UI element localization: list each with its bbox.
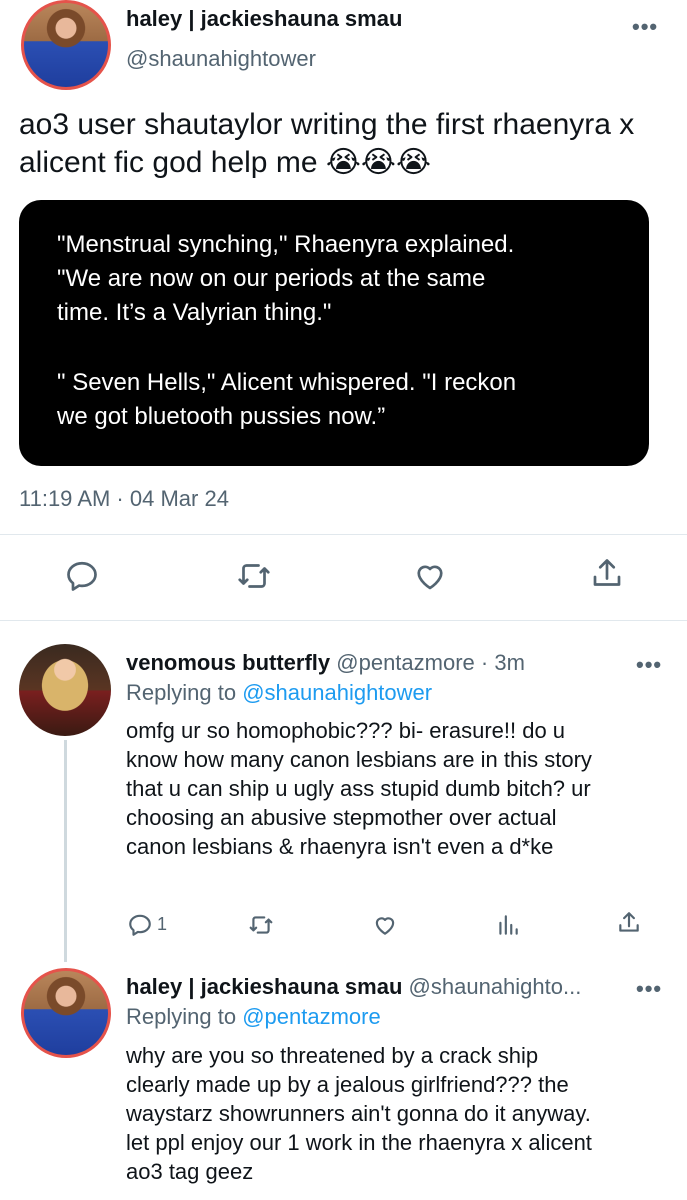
replying-to-link[interactable]: @pentazmore: [242, 1004, 381, 1029]
quote-line-4: " Seven Hells," Alicent whispered. "I re…: [57, 369, 517, 396]
share-icon[interactable]: [616, 910, 642, 936]
reply-text: omfg ur so homophobic??? bi- erasure!! d…: [126, 716, 666, 861]
reply-header: venomous butterfly @pentazmore · 3m: [126, 650, 525, 676]
reply-text-line: why are you so threatened by a crack shi…: [126, 1043, 539, 1068]
reply-text-line: know how many canon lesbians are in this…: [126, 747, 592, 772]
reply-text: why are you so threatened by a crack shi…: [126, 1041, 666, 1186]
replying-to: Replying to @pentazmore: [126, 1004, 381, 1030]
more-options-icon[interactable]: •••: [636, 652, 662, 678]
reply-text-line: ao3 tag geez: [126, 1159, 254, 1184]
quote-line-2: "We are now on our periods at the same: [57, 265, 486, 292]
quote-line-5: we got bluetooth pussies now.”: [57, 403, 386, 430]
reply-icon[interactable]: [64, 558, 100, 594]
reply-author-handle[interactable]: @pentazmore: [336, 650, 475, 675]
quote-line-1: "Menstrual synching," Rhaenyra explained…: [57, 231, 515, 258]
reply-text-line: omfg ur so homophobic??? bi- erasure!! d…: [126, 718, 566, 743]
reply-header: haley | jackieshauna smau @shaunahighto.…: [126, 974, 581, 1000]
reply-text-line: waystarz showrunners ain't gonna do it a…: [126, 1101, 591, 1126]
like-icon[interactable]: [372, 912, 398, 938]
divider: [0, 534, 687, 535]
more-options-icon[interactable]: •••: [632, 14, 658, 40]
tweet-timestamp[interactable]: 11:19 AM · 04 Mar 24: [19, 486, 229, 512]
reply-author-name[interactable]: venomous butterfly: [126, 650, 330, 675]
like-icon[interactable]: [412, 558, 448, 594]
reply-count: 1: [157, 914, 168, 934]
retweet-icon[interactable]: [236, 558, 272, 594]
replying-to: Replying to @shaunahightower: [126, 680, 432, 706]
share-icon[interactable]: [589, 556, 625, 592]
reply-text-line: that u can ship u ugly ass stupid dumb b…: [126, 776, 591, 801]
reply-text-line: canon lesbians & rhaenyra isn't even a d…: [126, 834, 554, 859]
author-name[interactable]: haley | jackieshauna smau: [126, 6, 402, 32]
tweet-text: ao3 user shautaylor writing the first rh…: [19, 108, 635, 179]
replying-to-label: Replying to: [126, 1004, 237, 1029]
thread-line: [64, 740, 67, 962]
reply-time[interactable]: · 3m: [481, 650, 525, 675]
reply-author-name[interactable]: haley | jackieshauna smau: [126, 974, 402, 999]
analytics-icon[interactable]: [495, 912, 521, 938]
quote-line-3: time. It’s a Valyrian thing.": [57, 299, 332, 326]
author-avatar[interactable]: [21, 0, 111, 90]
text-image-card[interactable]: "Menstrual synching," Rhaenyra explained…: [19, 200, 649, 466]
divider: [0, 620, 687, 621]
reply-text-line: let ppl enjoy our 1 work in the rhaenyra…: [126, 1130, 592, 1155]
replying-to-label: Replying to: [126, 680, 237, 705]
reply-author-avatar[interactable]: [19, 644, 111, 736]
reply-author-handle[interactable]: @shaunahighto...: [409, 974, 582, 999]
reply-text-line: clearly made up by a jealous girlfriend?…: [126, 1072, 569, 1097]
more-options-icon[interactable]: •••: [636, 976, 662, 1002]
reply-text-line: choosing an abusive stepmother over actu…: [126, 805, 557, 830]
replying-to-link[interactable]: @shaunahightower: [242, 680, 432, 705]
retweet-icon[interactable]: [248, 912, 274, 938]
reply-icon[interactable]: [127, 912, 153, 938]
author-handle[interactable]: @shaunahightower: [126, 46, 316, 72]
reply-author-avatar[interactable]: [21, 968, 111, 1058]
